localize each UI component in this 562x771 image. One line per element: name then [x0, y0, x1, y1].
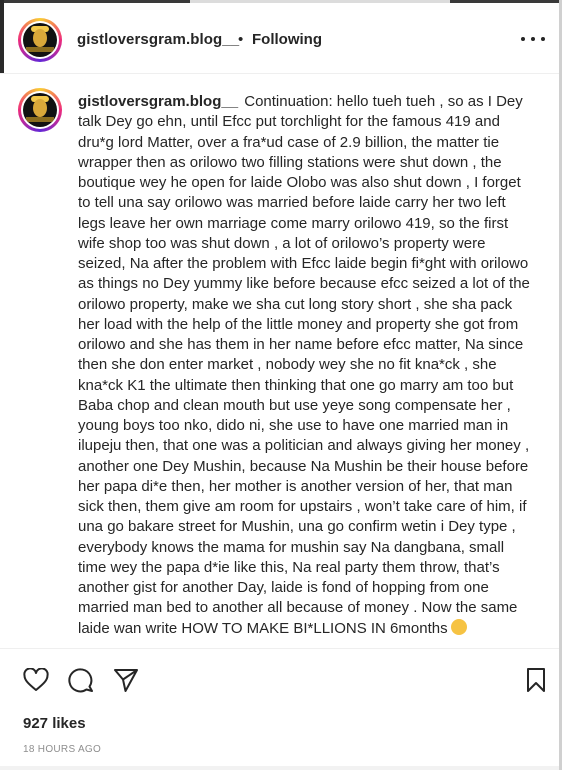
- caption-area: gistloversgram.blog__ Continuation: hell…: [0, 74, 559, 648]
- caption-text: Continuation: hello tueh tueh , so as I …: [78, 93, 530, 637]
- bookmark-icon: [527, 668, 545, 692]
- avatar-image: [23, 23, 57, 57]
- save-button[interactable]: [522, 666, 550, 694]
- like-button[interactable]: [22, 666, 50, 694]
- bottom-divider: [0, 766, 559, 770]
- post-timestamp[interactable]: 18 HOURS AGO: [23, 744, 101, 755]
- avatar-image: [23, 93, 57, 127]
- post-actions: 927 likes 18 HOURS AGO: [0, 648, 559, 771]
- caption-username[interactable]: gistloversgram.blog__: [78, 93, 238, 110]
- post-header: gistloversgram.blog__ • Following: [0, 3, 559, 74]
- profile-avatar[interactable]: [18, 18, 62, 62]
- comment-button[interactable]: [67, 666, 95, 694]
- header-username[interactable]: gistloversgram.blog__: [77, 31, 239, 48]
- caption-avatar[interactable]: [18, 88, 62, 132]
- paper-plane-icon: [114, 669, 138, 692]
- comment-bubble-icon: [68, 668, 93, 693]
- post-caption: gistloversgram.blog__ Continuation: hell…: [78, 92, 534, 639]
- emoji-icon: [450, 618, 467, 635]
- more-options-icon[interactable]: [521, 29, 545, 49]
- heart-icon: [23, 668, 49, 691]
- likes-count[interactable]: 927 likes: [23, 715, 86, 732]
- header-separator: •: [238, 31, 244, 48]
- following-button[interactable]: Following: [252, 31, 322, 48]
- share-button[interactable]: [112, 666, 140, 694]
